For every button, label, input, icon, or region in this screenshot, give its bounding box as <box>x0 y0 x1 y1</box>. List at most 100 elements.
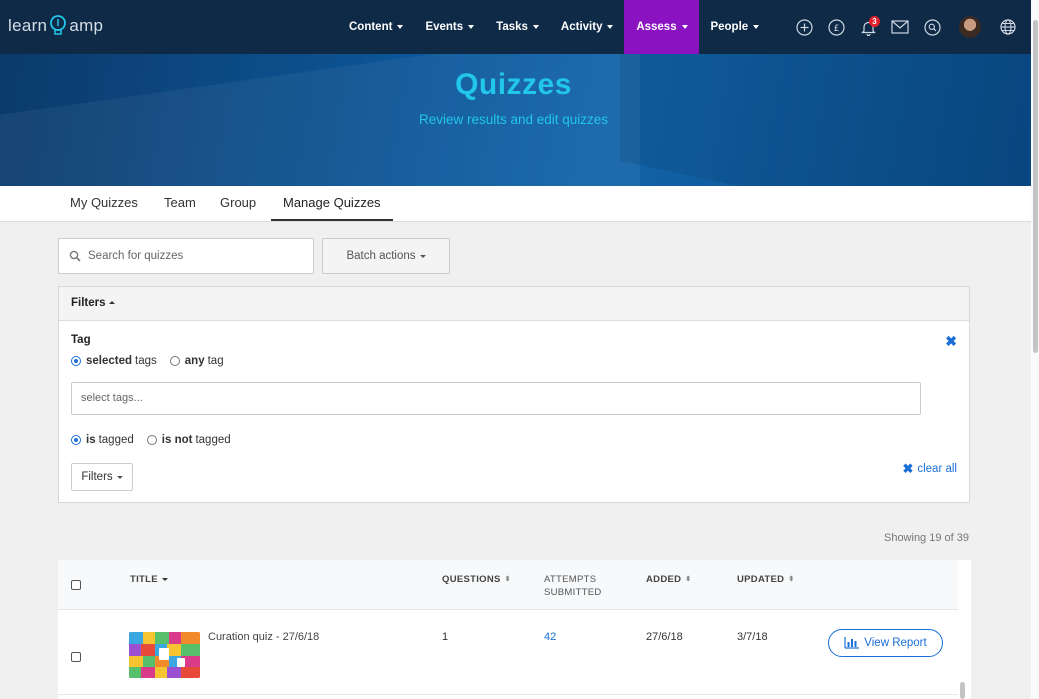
nav-activity-menu[interactable]: Activity <box>550 0 625 54</box>
sort-icon: ⬍ <box>685 576 692 583</box>
nav-people-menu[interactable]: People <box>699 0 770 54</box>
user-avatar-button[interactable] <box>948 0 992 54</box>
search-input[interactable] <box>88 250 288 262</box>
page-scrollbar[interactable] <box>1033 20 1038 353</box>
nav-assess-label: Assess <box>636 21 677 33</box>
search-icon <box>69 250 81 262</box>
radio-button[interactable] <box>146 435 157 445</box>
radio-label: tagged <box>98 434 134 446</box>
nav-events-menu[interactable]: Events <box>414 0 485 54</box>
caret-down-icon <box>161 577 168 581</box>
column-header-attempts: ATTEMPTS SUBMITTED <box>544 573 602 599</box>
sort-icon: ⬍ <box>788 576 795 583</box>
caret-down-icon <box>397 25 404 29</box>
view-report-label: View Report <box>864 637 927 649</box>
table-scrollbar[interactable] <box>960 682 965 699</box>
select-all-checkbox[interactable] <box>71 580 81 590</box>
radio-label: tag <box>207 355 224 367</box>
row-checkbox[interactable] <box>71 652 81 662</box>
table-row: Curation quiz - 27/6/18 1 42 27/6/18 3/7… <box>58 617 958 695</box>
radio-label-bold: any <box>184 355 205 367</box>
filters-toggle[interactable]: Filters <box>59 287 969 321</box>
questions-count: 1 <box>442 631 449 643</box>
nav-assess-menu[interactable]: Assess <box>624 0 700 54</box>
radio-button[interactable] <box>169 356 180 366</box>
tab-team[interactable]: Team <box>152 186 208 221</box>
search-icon[interactable] <box>916 0 948 54</box>
added-date: 27/6/18 <box>646 631 683 643</box>
svg-text:£: £ <box>833 24 839 34</box>
clear-all-label: clear all <box>917 463 957 475</box>
caret-down-icon <box>419 254 426 258</box>
column-header-questions[interactable]: QUESTIONS ⬍ <box>442 573 511 586</box>
radio-is-tagged[interactable]: is tagged <box>71 434 134 446</box>
nav-tasks-label: Tasks <box>496 21 528 33</box>
nav-activity-label: Activity <box>560 21 603 33</box>
tab-my-quizzes[interactable]: My Quizzes <box>58 186 150 221</box>
clear-all-link[interactable]: ✖ clear all <box>902 461 957 477</box>
filters-panel: Filters Tag ✖ selected tags any tag select… <box>58 286 970 503</box>
quizzes-table: TITLE QUESTIONS ⬍ ATTEMPTS SUBMITTED ADDE… <box>58 560 971 699</box>
globe-icon[interactable] <box>992 0 1024 54</box>
caret-down-icon <box>607 25 614 29</box>
radio-label-bold: is not <box>161 434 193 446</box>
tag-filter-label: Tag <box>71 334 91 346</box>
nav-content-menu[interactable]: Content <box>338 0 414 54</box>
radio-label: tags <box>135 355 157 367</box>
batch-actions-label: Batch actions <box>346 250 416 262</box>
nav-content-label: Content <box>349 21 393 33</box>
radio-button-checked[interactable] <box>71 435 81 445</box>
column-title-label: TITLE <box>130 574 158 585</box>
close-icon[interactable]: ✖ <box>945 333 957 350</box>
radio-is-not-tagged[interactable]: is not tagged <box>146 434 231 446</box>
column-questions-label: QUESTIONS <box>442 574 501 586</box>
filters-header-label: Filters <box>71 297 106 309</box>
column-header-title[interactable]: TITLE <box>130 573 168 586</box>
bell-icon[interactable]: 3 <box>852 0 884 54</box>
tag-match-options: selected tags any tag <box>71 355 237 367</box>
learnamp-logo[interactable]: learn amp <box>8 12 103 40</box>
caret-down-icon <box>532 25 539 29</box>
radio-label: tagged <box>195 434 231 446</box>
column-added-label: ADDED <box>646 574 682 586</box>
mail-icon[interactable] <box>884 0 916 54</box>
attempts-link[interactable]: 42 <box>544 631 556 643</box>
plus-circle-icon[interactable] <box>788 0 820 54</box>
column-submitted-label: SUBMITTED <box>544 587 602 598</box>
radio-label-bold: selected <box>86 355 133 367</box>
results-count: Showing 19 of 39 <box>883 532 969 544</box>
add-filter-button[interactable]: Filters <box>71 463 133 491</box>
column-header-added[interactable]: ADDED ⬍ <box>646 573 691 586</box>
radio-button-checked[interactable] <box>71 356 81 366</box>
column-updated-label: UPDATED <box>737 574 785 586</box>
logo-text-right: amp <box>69 16 104 35</box>
page-hero-banner: Quizzes Review results and edit quizzes <box>0 54 1031 186</box>
radio-any-tag[interactable]: any tag <box>169 355 224 367</box>
close-icon: ✖ <box>902 461 914 476</box>
top-navbar: learn amp Content Events Tasks Activity … <box>0 0 1031 54</box>
tab-group[interactable]: Group <box>208 186 268 221</box>
updated-date: 3/7/18 <box>737 631 768 643</box>
quiz-thumbnail-image[interactable] <box>129 632 200 678</box>
page-title: Quizzes <box>455 68 572 101</box>
add-filter-label: Filters <box>81 471 113 483</box>
caret-down-icon <box>116 475 123 479</box>
pound-icon[interactable]: £ <box>820 0 852 54</box>
tagged-options: is tagged is not tagged <box>71 434 244 446</box>
search-box <box>58 238 314 274</box>
nav-tasks-menu[interactable]: Tasks <box>485 0 550 54</box>
caret-down-icon <box>681 25 688 29</box>
batch-actions-button[interactable]: Batch actions <box>322 238 450 274</box>
select-tags-input[interactable]: select tags... <box>71 382 921 415</box>
caret-up-icon <box>108 301 115 305</box>
bar-chart-icon <box>844 637 860 649</box>
lightbulb-logo-icon <box>50 15 67 35</box>
quiz-title-link[interactable]: Curation quiz - 27/6/18 <box>208 631 319 643</box>
column-header-updated[interactable]: UPDATED ⬍ <box>737 573 795 586</box>
notification-badge: 3 <box>869 16 880 27</box>
table-header: TITLE QUESTIONS ⬍ ATTEMPTS SUBMITTED ADDE… <box>58 560 958 610</box>
tab-manage-quizzes[interactable]: Manage Quizzes <box>271 186 393 221</box>
radio-selected-tags[interactable]: selected tags <box>71 355 157 367</box>
view-report-button[interactable]: View Report <box>828 629 943 657</box>
radio-label-bold: is <box>86 434 96 446</box>
